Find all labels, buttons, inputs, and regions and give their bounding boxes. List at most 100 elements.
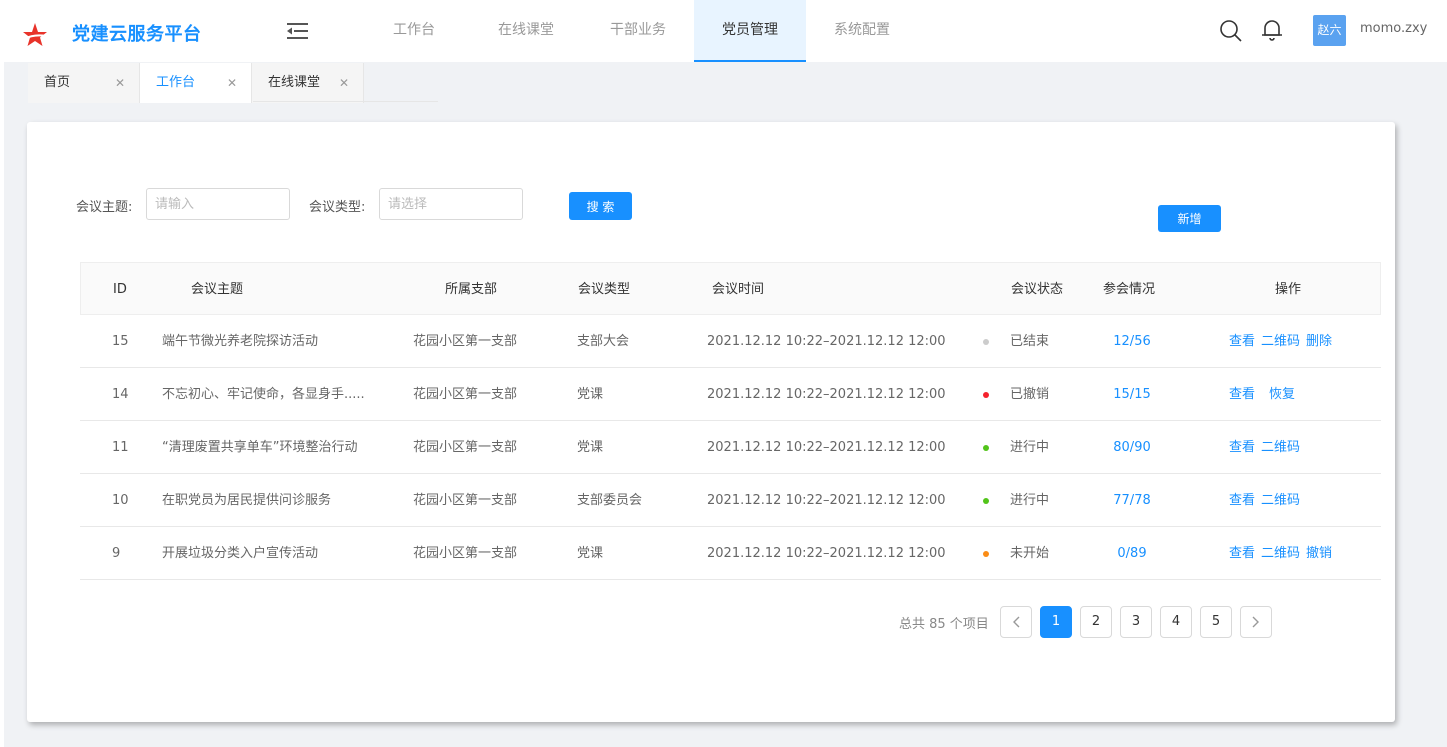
status-dot [983,445,989,451]
nav-item-0[interactable]: 工作台 [358,0,470,62]
cell-type: 支部委员会 [577,493,643,508]
chevron-left-icon [1013,616,1020,628]
cell-attendance[interactable]: 0/89 [1092,527,1172,580]
column-header-2: 所属支部 [445,282,498,297]
table-row: 10 在职党员为居民提供问诊服务 花园小区第一支部 支部委员会 2021.12.12 1… [80,474,1381,527]
cell-time: 2021.12.12 10:22–2021.12.12 12:00 [707,493,946,508]
page-button-1[interactable]: 1 [1040,606,1072,638]
status-dot [983,339,989,345]
status-dot [983,498,989,504]
username[interactable]: momo.zxy [1360,21,1427,36]
cell-status: 已撤销 [1010,387,1050,402]
action-link-1[interactable]: 二维码 [1261,334,1300,349]
bell-icon[interactable] [1261,18,1283,42]
type-select[interactable] [379,188,523,220]
action-link-1[interactable]: 二维码 [1261,493,1300,508]
cell-id: 14 [112,387,129,402]
cell-actions: 查看 恢复 [1229,368,1301,421]
cell-topic: 端午节微光养老院探访活动 [162,334,319,349]
cell-attendance[interactable]: 15/15 [1092,368,1172,421]
tab-1[interactable]: 工作台 ✕ [140,63,252,103]
app-title: 党建云服务平台 [72,24,202,45]
close-icon[interactable]: ✕ [339,63,349,103]
table-row: 14 不忘初心、牢记使命，各显身手..... 花园小区第一支部 党课 2021.12.1… [80,368,1381,421]
topic-input[interactable] [146,188,290,220]
tab-label: 在线课堂 [268,75,321,90]
action-link-0[interactable]: 查看 [1229,493,1255,508]
top-nav: 工作台 在线课堂 干部业务 党员管理 系统配置 [358,0,918,62]
cell-time: 2021.12.12 10:22–2021.12.12 12:00 [707,387,946,402]
action-link-0[interactable]: 查看 [1229,546,1255,561]
cell-type: 党课 [577,546,604,561]
next-page-button[interactable] [1240,606,1272,638]
star-logo-icon [23,23,47,46]
cell-id: 10 [112,493,129,508]
type-filter-label: 会议类型: [309,200,366,215]
cell-status: 进行中 [1010,440,1050,455]
column-header-7: 操作 [1275,282,1302,297]
column-header-5: 会议状态 [1011,282,1064,297]
cell-attendance[interactable]: 12/56 [1092,315,1172,368]
topic-filter-label: 会议主题: [76,200,133,215]
cell-id: 15 [112,334,129,349]
cell-time: 2021.12.12 10:22–2021.12.12 12:00 [707,334,946,349]
tab-0[interactable]: 首页 ✕ [28,63,140,103]
page-button-5[interactable]: 5 [1200,606,1232,638]
cell-time: 2021.12.12 10:22–2021.12.12 12:00 [707,440,946,455]
cell-time: 2021.12.12 10:22–2021.12.12 12:00 [707,546,946,561]
user-avatar[interactable]: 赵六 [1313,15,1346,46]
tab-label: 首页 [44,75,71,90]
cell-actions: 查看 二维码 撤销 [1229,527,1338,580]
cell-branch: 花园小区第一支部 [413,440,518,455]
cell-attendance[interactable]: 80/90 [1092,421,1172,474]
column-header-0: ID [113,282,127,297]
action-link-1[interactable]: 恢复 [1269,387,1295,402]
status-dot [983,392,989,398]
add-button[interactable]: 新增 [1158,205,1221,232]
cell-branch: 花园小区第一支部 [413,334,518,349]
menu-fold-icon[interactable] [287,22,309,40]
top-header: 党建云服务平台 工作台 在线课堂 干部业务 党员管理 系统配置 赵六 momo.zxy [0,0,1447,62]
cell-actions: 查看 二维码 [1229,421,1306,474]
table-row: 11 “清理废置共享单车”环境整治行动 花园小区第一支部 党课 2021.12.12 1… [80,421,1381,474]
tab-2[interactable]: 在线课堂 ✕ [252,63,364,103]
nav-item-4[interactable]: 系统配置 [806,0,918,62]
status-dot [983,551,989,557]
tab-divider [253,101,438,102]
cell-status: 未开始 [1010,546,1050,561]
page-button-3[interactable]: 3 [1120,606,1152,638]
nav-item-2[interactable]: 干部业务 [582,0,694,62]
action-link-2[interactable]: 撤销 [1306,546,1332,561]
chevron-right-icon [1252,616,1259,628]
action-link-2[interactable]: 删除 [1306,334,1332,349]
cell-actions: 查看 二维码 删除 [1229,315,1338,368]
action-link-1[interactable]: 二维码 [1261,546,1300,561]
close-icon[interactable]: ✕ [227,63,237,103]
action-link-0[interactable]: 查看 [1229,440,1255,455]
cell-id: 9 [112,546,121,561]
cell-type: 党课 [577,387,604,402]
action-link-1[interactable]: 二维码 [1261,440,1300,455]
cell-id: 11 [112,440,129,455]
column-header-3: 会议类型 [578,282,631,297]
page-tabs: 首页 ✕ 工作台 ✕ 在线课堂 ✕ [28,63,364,103]
page-button-4[interactable]: 4 [1160,606,1192,638]
nav-item-3[interactable]: 党员管理 [694,0,806,62]
search-icon[interactable] [1219,19,1243,43]
tab-label: 工作台 [156,75,196,90]
cell-status: 已结束 [1010,334,1050,349]
pagination-total: 总共 85 个项目 [899,617,989,632]
nav-item-1[interactable]: 在线课堂 [470,0,582,62]
cell-attendance[interactable]: 77/78 [1092,474,1172,527]
cell-topic: 不忘初心、牢记使命，各显身手..... [162,387,365,402]
prev-page-button[interactable] [1000,606,1032,638]
action-link-0[interactable]: 查看 [1229,334,1255,349]
close-icon[interactable]: ✕ [115,63,125,103]
search-button[interactable]: 搜 索 [569,192,632,220]
table-body: 15 端午节微光养老院探访活动 花园小区第一支部 支部大会 2021.12.12 10:… [80,315,1381,580]
page-button-2[interactable]: 2 [1080,606,1112,638]
content-card: 会议主题: 会议类型: 搜 索 新增 ID 会议主题 所属支部 会议类型 会议时间 会议状… [27,122,1395,722]
action-link-0[interactable]: 查看 [1229,387,1255,402]
table-row: 9 开展垃圾分类入户宣传活动 花园小区第一支部 党课 2021.12.12 10:22–… [80,527,1381,580]
cell-status: 进行中 [1010,493,1050,508]
